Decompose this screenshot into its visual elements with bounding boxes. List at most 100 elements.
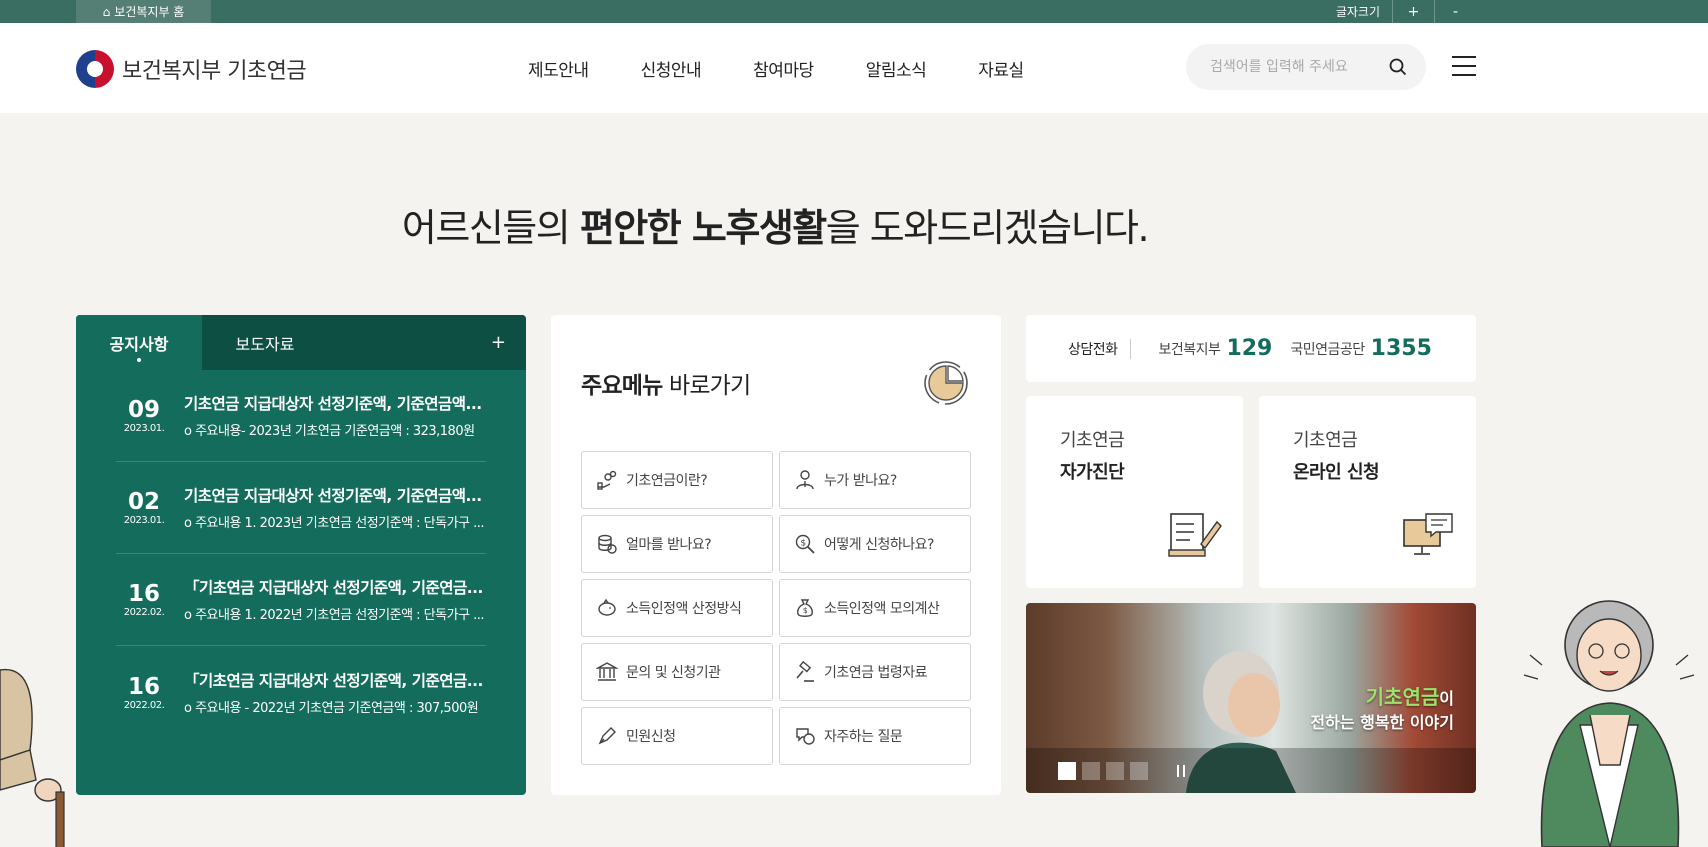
ministry-phone-number[interactable]: 129 (1226, 336, 1272, 361)
banner-indicator-4[interactable] (1130, 761, 1148, 780)
checklist-icon (1168, 513, 1222, 557)
svg-text:$: $ (803, 606, 808, 615)
taegeuk-logo-icon (76, 50, 114, 88)
quick-label: 소득인정액 모의계산 (824, 601, 940, 617)
quick-label: 얼마를 받나요? (626, 537, 712, 553)
quick-what-is-pension-button[interactable]: 기초연금이란? (581, 451, 773, 509)
quick-menu-panel: 주요메뉴 바로가기 기초연금이란? 누가 받나요? 얼마를 받나요? $ 어떻게… (551, 315, 1001, 795)
notice-more-button[interactable]: + (491, 315, 506, 370)
banner-indicator-2[interactable] (1082, 761, 1100, 780)
nps-phone-number[interactable]: 1355 (1371, 336, 1432, 361)
call-center-box: 상담전화 보건복지부 129 국민연금공단 1355 (1026, 315, 1476, 382)
online-application-card[interactable]: 기초연금 온라인 신청 (1259, 396, 1476, 588)
person-icon (796, 470, 814, 490)
site-logo[interactable]: 보건복지부 기초연금 (76, 50, 307, 88)
notice-list: 09 2023.01. 기초연금 지급대상자 선정기준액, 기준연금액... o… (76, 370, 526, 738)
hamburger-menu-icon[interactable] (1452, 56, 1476, 76)
banner-line1-rest: 이 (1439, 689, 1454, 708)
font-size-increase-button[interactable]: + (1392, 0, 1434, 23)
list-item[interactable]: 09 2023.01. 기초연금 지급대상자 선정기준액, 기준연금액... o… (116, 370, 486, 462)
site-title: 보건복지부 기초연금 (122, 59, 307, 84)
quick-title-bold: 주요메뉴 (581, 373, 663, 399)
quick-title-rest: 바로가기 (662, 373, 751, 399)
banner-indicator-3[interactable] (1106, 761, 1124, 780)
quick-menu-grid: 기초연금이란? 누가 받나요? 얼마를 받나요? $ 어떻게 신청하나요? 소득… (581, 451, 971, 765)
search-input[interactable] (1210, 59, 1388, 75)
quick-menu-header: 주요메뉴 바로가기 (581, 315, 971, 451)
self-diagnosis-card[interactable]: 기초연금 자가진단 (1026, 396, 1243, 588)
notice-date: 16 2022.02. (112, 674, 176, 711)
pause-icon[interactable] (1174, 764, 1188, 778)
notice-date: 16 2022.02. (112, 581, 176, 618)
notice-title: 기초연금 지급대상자 선정기준액, 기준연금액... (184, 487, 482, 505)
quick-law-materials-button[interactable]: 기초연금 법령자료 (779, 643, 971, 701)
notice-summary: o 주요내용- 2023년 기초연금 기준연금액 : 323,180원 (184, 424, 475, 439)
ministry-home-link[interactable]: ⌂ 보건복지부 홈 (76, 0, 211, 23)
main-slogan: 어르신들의 편안한 노후생활을 도와드리겠습니다. (0, 197, 1550, 252)
notice-year-month: 2022.02. (123, 607, 165, 618)
notice-title: 「기초연금 지급대상자 선정기준액, 기준연금... (184, 579, 483, 597)
notice-summary: o 주요내용 1. 2023년 기초연금 선정기준액 : 단독가구 ... (184, 516, 485, 531)
card-subtitle: 기초연금 (1060, 430, 1125, 451)
quick-label: 누가 받나요? (824, 473, 897, 489)
banner-line2: 전하는 행복한 이야기 (1310, 713, 1454, 732)
notice-year-month: 2023.01. (123, 515, 165, 526)
quick-who-eligible-button[interactable]: 누가 받나요? (779, 451, 971, 509)
nav-application-guide[interactable]: 신청안내 (615, 56, 728, 81)
notice-tabs: 공지사항 보도자료 + (76, 315, 526, 370)
quick-menu-title: 주요메뉴 바로가기 (581, 366, 751, 400)
notice-day: 09 (127, 397, 160, 423)
quick-label: 기초연금이란? (626, 473, 708, 489)
card-title: 온라인 신청 (1293, 462, 1380, 483)
notice-day: 16 (127, 673, 160, 700)
magnifier-dollar-icon: $ (795, 534, 815, 554)
search-icon[interactable] (1388, 57, 1408, 77)
gavel-icon (796, 661, 814, 682)
quick-income-calc-method-button[interactable]: 소득인정액 산정방식 (581, 579, 773, 637)
notice-year-month: 2023.01. (123, 423, 165, 434)
list-item[interactable]: 16 2022.02. 「기초연금 지급대상자 선정기준액, 기준연금... o… (116, 646, 486, 738)
font-size-decrease-button[interactable]: - (1434, 0, 1476, 23)
tab-press-releases[interactable]: 보도자료 (202, 315, 328, 370)
quick-label: 소득인정액 산정방식 (626, 601, 742, 617)
list-item[interactable]: 16 2022.02. 「기초연금 지급대상자 선정기준액, 기준연금... o… (116, 554, 486, 646)
notice-body: 「기초연금 지급대상자 선정기준액, 기준연금... o 주요내용 - 2022… (184, 669, 486, 716)
list-item[interactable]: 02 2023.01. 기초연금 지급대상자 선정기준액, 기준연금액... o… (116, 462, 486, 554)
utility-bar: ⌂ 보건복지부 홈 글자크기 + - (0, 0, 1708, 23)
nav-resources[interactable]: 자료실 (952, 56, 1049, 81)
search-box (1186, 44, 1426, 90)
banner-indicator-1[interactable] (1058, 761, 1076, 780)
quick-income-simulation-button[interactable]: $ 소득인정액 모의계산 (779, 579, 971, 637)
notice-title: 「기초연금 지급대상자 선정기준액, 기준연금... (184, 671, 483, 690)
grandfather-illustration (0, 668, 65, 847)
quick-how-much-button[interactable]: 얼마를 받나요? (581, 515, 773, 573)
slogan-post: 을 도와드리겠습니다. (825, 206, 1150, 250)
quick-faq-button[interactable]: 자주하는 질문 (779, 707, 971, 765)
institution-icon (596, 662, 618, 681)
promo-banner[interactable]: 기초연금이 전하는 행복한 이야기 (1026, 603, 1476, 793)
notice-body: 「기초연금 지급대상자 선정기준액, 기준연금... o 주요내용 1. 202… (184, 576, 486, 623)
nav-participation[interactable]: 참여마당 (727, 56, 840, 81)
nav-system-guide[interactable]: 제도안내 (502, 56, 615, 81)
quick-civil-petition-button[interactable]: 민원신청 (581, 707, 773, 765)
coins-hand-icon (597, 470, 617, 490)
tab-notices[interactable]: 공지사항 (76, 315, 202, 370)
quick-how-apply-button[interactable]: $ 어떻게 신청하나요? (779, 515, 971, 573)
notice-day: 16 (127, 581, 160, 607)
pie-chart-cycle-icon (924, 361, 968, 405)
notice-year-month: 2022.02. (123, 699, 165, 711)
banner-caption: 기초연금이 전하는 행복한 이야기 (1310, 685, 1454, 735)
computer-icon (1403, 513, 1453, 555)
site-header: 보건복지부 기초연금 제도안내 신청안내 참여마당 알림소식 자료실 (0, 23, 1708, 113)
grandmother-illustration (1523, 600, 1695, 847)
speech-bubble-icon (796, 728, 815, 745)
nav-news[interactable]: 알림소식 (840, 56, 953, 81)
quick-label: 어떻게 신청하나요? (824, 537, 934, 553)
quick-label: 기초연금 법령자료 (824, 665, 928, 681)
quick-institutions-button[interactable]: 문의 및 신청기관 (581, 643, 773, 701)
notice-panel: 공지사항 보도자료 + 09 2023.01. 기초연금 지급대상자 선정기준액… (76, 315, 526, 795)
ministry-home-label: 보건복지부 홈 (114, 5, 185, 19)
quick-label: 자주하는 질문 (824, 729, 903, 745)
card-subtitle: 기초연금 (1293, 430, 1358, 451)
banner-controls (1026, 748, 1476, 793)
